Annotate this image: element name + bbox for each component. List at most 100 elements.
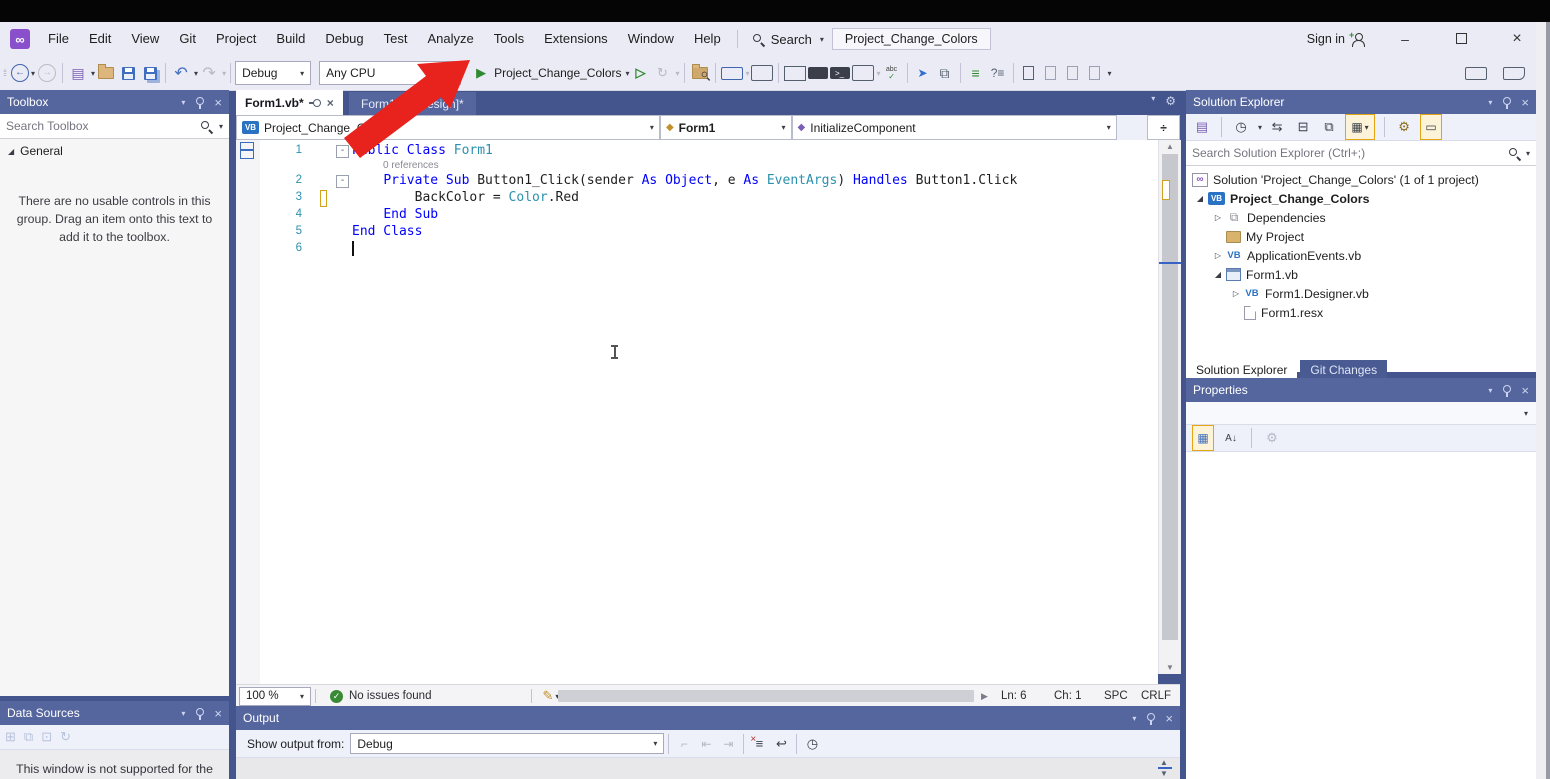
pin-icon[interactable] xyxy=(195,707,204,720)
toolbox-header[interactable]: Toolbox ▾ × xyxy=(0,90,229,114)
feedback-button[interactable] xyxy=(1465,67,1487,80)
codelens-references[interactable]: 0 references xyxy=(236,159,1136,172)
toolbox-section-general[interactable]: ◢ General xyxy=(0,139,229,163)
tab-solution-explorer[interactable]: Solution Explorer xyxy=(1186,360,1297,380)
tree-item-applicationevents-vb[interactable]: ▷VBApplicationEvents.vb xyxy=(1186,246,1536,265)
toggle-bookmark-button[interactable] xyxy=(1019,61,1039,85)
solution-platform-combo[interactable]: Any CPU▾ xyxy=(319,61,461,85)
output-source-combo[interactable]: Debug▾ xyxy=(350,733,664,754)
scroll-down-icon[interactable]: ▼ xyxy=(1159,663,1181,672)
solution-explorer-header[interactable]: Solution Explorer ▾ × xyxy=(1186,90,1536,114)
editor-horizontal-scrollbar[interactable] xyxy=(558,690,974,702)
package-button[interactable] xyxy=(808,67,828,79)
window-menu-icon[interactable]: ▾ xyxy=(1488,98,1492,107)
window-menu-icon[interactable]: ▾ xyxy=(1488,386,1492,395)
close-icon[interactable]: × xyxy=(327,96,334,110)
start-debug-label[interactable]: Project_Change_Colors xyxy=(494,66,621,80)
sign-in-button[interactable]: Sign in + xyxy=(1307,32,1364,46)
pin-icon[interactable] xyxy=(309,98,322,107)
tree-item-dependencies[interactable]: ▷⧉Dependencies xyxy=(1186,208,1536,227)
hot-reload-button[interactable]: ↻ xyxy=(653,61,673,85)
prev-bookmark-button[interactable] xyxy=(1041,61,1061,85)
minimize-button[interactable]: – xyxy=(1390,31,1420,47)
new-project-button[interactable]: ▤ xyxy=(68,61,88,85)
nav-type-combo[interactable]: ◆ Form1 ▾ xyxy=(660,115,792,140)
window-menu-icon[interactable]: ▾ xyxy=(181,709,185,718)
zoom-level-combo[interactable]: 100 %▾ xyxy=(239,687,311,706)
window-menu-icon[interactable]: ▾ xyxy=(181,98,185,107)
navigate-cursor-button[interactable]: ➤ xyxy=(913,61,933,85)
edit-data-source-button[interactable]: ⊡ xyxy=(41,729,52,745)
timestamp-button[interactable]: ◷ xyxy=(802,732,822,756)
navigate-back-button[interactable]: ←▾ xyxy=(11,61,35,85)
tree-item-project-change-colors[interactable]: ◢VBProject_Change_Colors xyxy=(1186,189,1536,208)
close-icon[interactable]: × xyxy=(1521,383,1529,398)
copy-structure-button[interactable]: ⧉ xyxy=(935,61,955,85)
pin-icon[interactable] xyxy=(1146,712,1155,725)
sync-with-active-document-button[interactable]: ⇆ xyxy=(1267,115,1287,139)
show-all-files-button[interactable]: ▦▾ xyxy=(1345,114,1375,140)
tab-git-changes[interactable]: Git Changes xyxy=(1300,360,1387,380)
tree-item-form1-designer-vb[interactable]: ▷VBForm1.Designer.vb xyxy=(1186,284,1536,303)
preview-selected-button[interactable]: ⧉ xyxy=(1319,115,1339,139)
data-sources-header[interactable]: Data Sources ▾ × xyxy=(0,701,229,725)
prev-message-button[interactable]: ⇤ xyxy=(696,732,716,756)
close-icon[interactable]: × xyxy=(1521,95,1529,110)
switch-views-button[interactable]: ▤ xyxy=(1192,115,1212,139)
menu-item-analyze[interactable]: Analyze xyxy=(417,22,483,56)
alphabetical-sort-button[interactable]: A↓ xyxy=(1221,426,1241,450)
tab-form1-vb-design[interactable]: Form1.vb [Design]* xyxy=(349,92,476,115)
close-button[interactable]: × xyxy=(1502,30,1532,48)
search-control[interactable]: Search ▾ xyxy=(744,32,832,47)
notifications-button[interactable] xyxy=(1503,67,1525,80)
configure-data-source-button[interactable]: ⧉ xyxy=(24,729,33,745)
menu-item-window[interactable]: Window xyxy=(618,22,684,56)
code-editor[interactable]: 1Public Class Form10 references2 Private… xyxy=(236,140,1158,684)
fold-collapse-icon[interactable]: - xyxy=(336,145,349,158)
goto-message-button[interactable]: ⌐ xyxy=(674,732,694,756)
format-indent-button[interactable]: ≡ xyxy=(966,61,986,85)
expanded-arrow-icon[interactable]: ◢ xyxy=(1192,194,1208,203)
toolbar-grip[interactable]: ⁞⁞ xyxy=(3,68,6,78)
pin-icon[interactable] xyxy=(1502,96,1511,109)
window-menu-icon[interactable]: ▾ xyxy=(1132,714,1136,723)
menu-item-edit[interactable]: Edit xyxy=(79,22,121,56)
menu-item-help[interactable]: Help xyxy=(684,22,731,56)
start-without-debug-button[interactable]: ▷ xyxy=(631,61,651,85)
xaml-hot-reload-button[interactable] xyxy=(751,65,773,81)
chevron-down-icon[interactable]: ▾ xyxy=(219,122,223,131)
clear-bookmarks-button[interactable] xyxy=(1085,61,1105,85)
next-bookmark-button[interactable] xyxy=(1063,61,1083,85)
next-message-button[interactable]: ⇥ xyxy=(718,732,738,756)
collapsed-arrow-icon[interactable]: ▷ xyxy=(1210,251,1226,260)
document-options-gear-icon[interactable]: ⚙ xyxy=(1165,94,1176,108)
format-comment-button[interactable]: ?≡ xyxy=(988,61,1008,85)
tree-item-form1-vb[interactable]: ◢Form1.vb xyxy=(1186,265,1536,284)
properties-wrench-button[interactable]: ⚙ xyxy=(1394,115,1414,139)
redo-button[interactable]: ↷ xyxy=(199,61,219,85)
collapse-all-button[interactable]: ⊟ xyxy=(1293,115,1313,139)
properties-header[interactable]: Properties ▾ × xyxy=(1186,378,1536,402)
pending-changes-filter-button[interactable]: ◷ xyxy=(1231,115,1251,139)
collapsed-arrow-icon[interactable]: ▷ xyxy=(1228,289,1244,298)
menu-item-file[interactable]: File xyxy=(38,22,79,56)
solution-explorer-search-input[interactable]: Search Solution Explorer (Ctrl+;) ▾ xyxy=(1186,141,1536,166)
start-debug-button[interactable]: ▶ xyxy=(471,61,491,85)
navigate-forward-button[interactable]: → xyxy=(37,61,57,85)
nav-project-combo[interactable]: VB Project_Change_Colors ▾ xyxy=(236,115,660,140)
undo-button[interactable]: ↶ xyxy=(171,61,191,85)
collapsed-arrow-icon[interactable]: ▷ xyxy=(1210,213,1226,222)
output-header[interactable]: Output ▾ × xyxy=(236,706,1180,730)
split-window-handle[interactable]: ÷ xyxy=(1147,115,1180,140)
tab-list-chevron-icon[interactable]: ▾ xyxy=(1151,94,1155,108)
hscroll-right-icon[interactable]: ▶ xyxy=(981,691,988,702)
tree-item-form1-resx[interactable]: Form1.resx xyxy=(1186,303,1536,322)
refresh-data-source-button[interactable]: ↻ xyxy=(60,729,71,745)
open-folder-button[interactable] xyxy=(96,61,116,85)
clear-all-button[interactable]: ≡× xyxy=(749,732,769,756)
save-button[interactable] xyxy=(118,61,138,85)
add-data-source-button[interactable]: ⊞ xyxy=(5,729,16,745)
pin-icon[interactable] xyxy=(1502,384,1511,397)
spell-check-button[interactable]: abc ✓ xyxy=(882,61,902,85)
tab-form1-vb[interactable]: Form1.vb* × xyxy=(236,90,343,115)
